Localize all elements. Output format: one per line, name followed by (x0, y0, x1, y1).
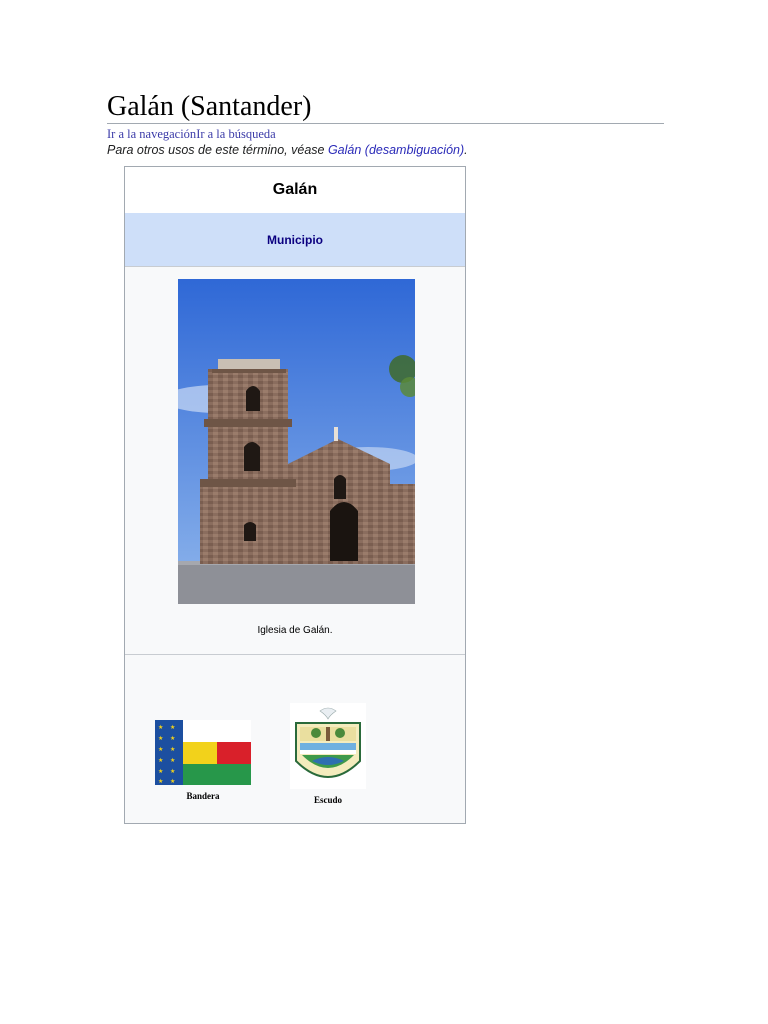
svg-text:★: ★ (158, 735, 163, 742)
flag-image: ★ ★ ★ ★ ★ ★ ★ ★ ★ ★ ★ ★ (155, 720, 251, 785)
svg-text:★: ★ (170, 778, 175, 785)
hatnote-period: . (464, 143, 468, 157)
disambiguation-link[interactable]: Galán (desambiguación) (328, 143, 464, 157)
infobox: Galán Municipio Iglesia de Galán. ★ ★ ★ … (124, 166, 466, 824)
flag-link[interactable]: ★ ★ ★ ★ ★ ★ ★ ★ ★ ★ ★ ★ Bandera (155, 720, 251, 801)
svg-text:★: ★ (158, 757, 163, 764)
svg-text:★: ★ (170, 735, 175, 742)
title-divider (107, 123, 664, 124)
svg-text:★: ★ (158, 778, 163, 785)
church-photo[interactable] (178, 279, 415, 604)
jump-to-navigation-link[interactable]: Ir a la navegación (107, 127, 196, 141)
infobox-subtitle-link[interactable]: Municipio (125, 213, 465, 267)
page-title: Galán (Santander) (107, 91, 312, 122)
svg-text:★: ★ (158, 746, 163, 753)
svg-text:★: ★ (158, 768, 163, 775)
coat-of-arms-label: Escudo (313, 795, 342, 805)
svg-text:★: ★ (170, 768, 175, 775)
hatnote-text: Para otros usos de este término, véase (107, 143, 328, 157)
hatnote: Para otros usos de este término, véase G… (107, 143, 468, 157)
coat-of-arms-link[interactable]: Escudo (290, 703, 366, 805)
svg-text:★: ★ (170, 757, 175, 764)
coat-of-arms-image (290, 703, 366, 789)
svg-text:★: ★ (158, 724, 163, 731)
flag-label: Bandera (186, 791, 220, 801)
infobox-title: Galán (125, 167, 465, 214)
svg-text:★: ★ (170, 724, 175, 731)
svg-text:★: ★ (170, 746, 175, 753)
image-caption: Iglesia de Galán. (257, 625, 333, 636)
infobox-divider (125, 654, 465, 655)
church-illustration (178, 279, 415, 604)
jump-links: Ir a la navegaciónIr a la búsqueda (107, 127, 276, 142)
jump-to-search-link[interactable]: Ir a la búsqueda (196, 127, 275, 141)
